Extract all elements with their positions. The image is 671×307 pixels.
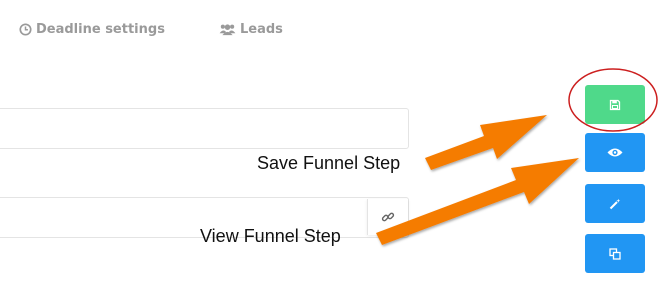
magic-wand-icon — [609, 198, 621, 209]
arrow-to-save — [425, 115, 547, 170]
save-funnel-step-button[interactable] — [585, 85, 645, 124]
settings-tabs: Deadline settings Leads — [0, 0, 671, 62]
floppy-disk-icon — [609, 99, 621, 110]
funnel-step-name-input[interactable] — [0, 108, 409, 149]
view-funnel-step-button[interactable] — [585, 133, 645, 172]
tab-leads[interactable]: Leads — [219, 22, 283, 37]
clock-icon — [19, 23, 32, 36]
magic-wand-button[interactable] — [585, 184, 645, 223]
link-icon — [381, 212, 395, 222]
clone-icon — [609, 247, 621, 260]
eye-icon — [607, 148, 623, 157]
tab-deadline-settings-label: Deadline settings — [36, 22, 165, 37]
tab-deadline-settings[interactable]: Deadline settings — [19, 22, 165, 37]
view-funnel-step-annotation: View Funnel Step — [200, 226, 341, 246]
save-funnel-step-annotation: Save Funnel Step — [257, 153, 401, 173]
clone-funnel-step-button[interactable] — [585, 234, 645, 273]
users-icon — [219, 24, 236, 36]
copy-link-button[interactable] — [367, 199, 408, 235]
tab-leads-label: Leads — [240, 22, 283, 37]
